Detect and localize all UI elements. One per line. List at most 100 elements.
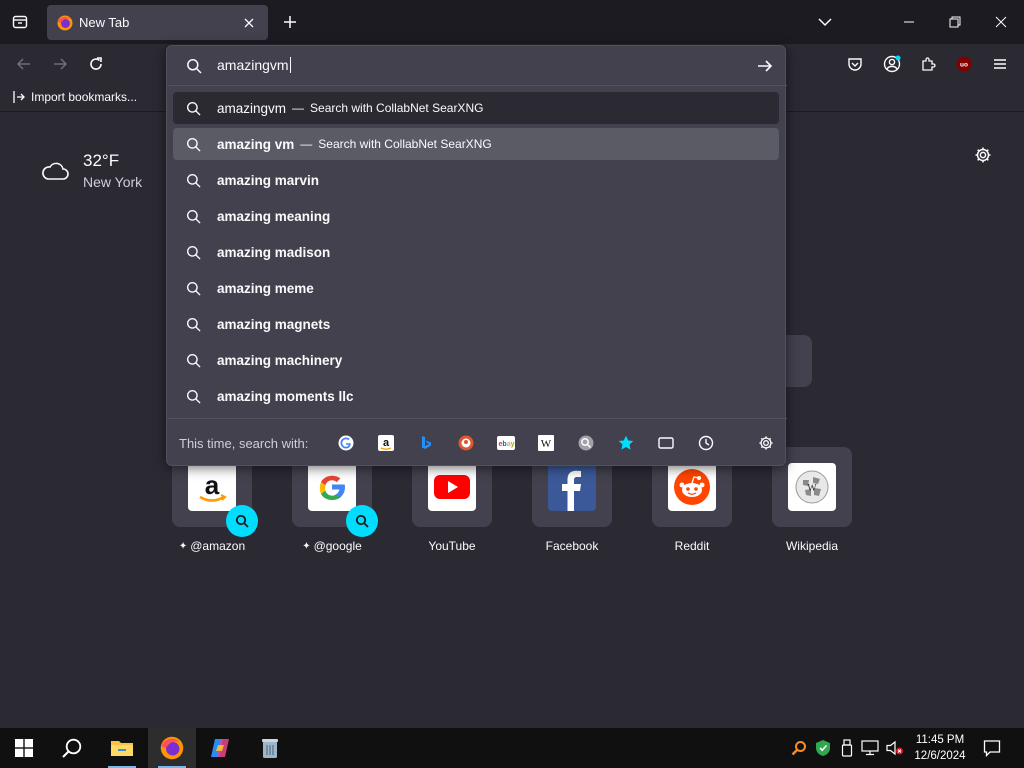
ublock-button[interactable]: uo: [952, 52, 976, 76]
volume-muted-icon[interactable]: [886, 738, 904, 758]
minimize-button[interactable]: [895, 8, 923, 36]
pocket-button[interactable]: [843, 52, 867, 76]
windows-start-icon: [15, 739, 33, 757]
firefox-taskbar-button[interactable]: [148, 728, 196, 768]
list-all-tabs-button[interactable]: [814, 11, 836, 33]
result-row[interactable]: amazing madison: [173, 236, 779, 268]
result-row[interactable]: amazing meme: [173, 272, 779, 304]
account-icon: [883, 55, 901, 73]
firefox-view-button[interactable]: [8, 10, 32, 34]
copilot-button[interactable]: [196, 728, 244, 768]
recycle-bin-icon: [262, 739, 278, 758]
ebay-icon[interactable]: ebay: [497, 434, 515, 452]
personalize-button[interactable]: [972, 144, 994, 166]
minimize-icon: [904, 21, 914, 23]
facebook-logo: [548, 463, 596, 511]
network-icon[interactable]: [861, 738, 879, 758]
result-row[interactable]: amazing magnets: [173, 308, 779, 340]
shortcut-label: Facebook: [545, 539, 599, 553]
notification-icon: [983, 740, 1001, 757]
weather-widget[interactable]: 32°F New York: [40, 151, 142, 190]
amazon-icon[interactable]: a: [377, 434, 395, 452]
urlbar-input[interactable]: amazingvm: [217, 57, 291, 73]
result-query: amazing meme: [217, 280, 314, 296]
result-row[interactable]: amazing vm — Search with CollabNet SearX…: [173, 128, 779, 160]
result-row[interactable]: amazing machinery: [173, 344, 779, 376]
firefox-icon: [160, 736, 184, 760]
back-button[interactable]: [12, 52, 36, 76]
result-row[interactable]: amazing meaning: [173, 200, 779, 232]
firefox-view-icon: [12, 15, 28, 29]
searxng-icon[interactable]: [577, 434, 595, 452]
start-button[interactable]: [0, 728, 48, 768]
clock-time: 11:45 PM: [915, 734, 965, 746]
bookmarks-star-icon[interactable]: [617, 434, 635, 452]
gear-icon: [975, 147, 991, 163]
result-action: Search with CollabNet SearXNG: [318, 137, 492, 151]
shortcut-label: ✦ @amazon: [178, 539, 246, 553]
urlbar-popup: amazingvm amazingvm — Search with Collab…: [166, 45, 787, 466]
shortcut-label: YouTube: [428, 539, 476, 553]
tab-new-tab[interactable]: New Tab: [47, 5, 268, 40]
extensions-button[interactable]: [916, 52, 940, 76]
clock-date: 12/6/2024: [914, 750, 966, 762]
urlbar-input-value: amazingvm: [217, 57, 289, 73]
amazon-logo: a: [188, 463, 236, 511]
restore-icon: [949, 16, 961, 28]
tabs-icon[interactable]: [657, 434, 675, 452]
result-row[interactable]: amazing marvin: [173, 164, 779, 196]
system-clock[interactable]: 11:45 PM 12/6/2024: [905, 732, 975, 764]
shortcut-label: Reddit: [674, 539, 710, 553]
forward-button[interactable]: [48, 52, 72, 76]
duckduckgo-icon[interactable]: [457, 434, 475, 452]
notification-center-button[interactable]: [980, 736, 1004, 760]
bing-icon[interactable]: [417, 434, 435, 452]
app-menu-button[interactable]: [988, 52, 1012, 76]
import-bookmarks-link[interactable]: Import bookmarks...: [12, 90, 137, 104]
go-button[interactable]: [755, 56, 775, 76]
search-icon: [185, 136, 201, 152]
search-icon: [185, 244, 201, 260]
close-tab-icon[interactable]: [240, 14, 258, 32]
defender-shield-icon[interactable]: [814, 738, 832, 758]
close-icon: [995, 16, 1007, 28]
taskbar-search-button[interactable]: [48, 728, 96, 768]
wikipedia-icon[interactable]: W: [537, 434, 555, 452]
tab-title: New Tab: [79, 15, 130, 30]
close-window-button[interactable]: [987, 8, 1015, 36]
search-icon: [185, 208, 201, 224]
search-icon: [185, 57, 203, 75]
result-row[interactable]: amazing moments llc: [173, 380, 779, 412]
arrow-right-icon: [758, 60, 773, 72]
import-icon: [13, 91, 25, 103]
title-bar: New Tab: [0, 0, 1024, 44]
weather-location: New York: [83, 174, 143, 190]
search-tray-icon[interactable]: [790, 738, 808, 758]
result-row[interactable]: amazingvm — Search with CollabNet SearXN…: [173, 92, 779, 124]
file-explorer-button[interactable]: [98, 728, 146, 768]
new-tab-button[interactable]: [279, 11, 301, 33]
search-settings-icon[interactable]: [757, 434, 775, 452]
svg-text:W: W: [807, 483, 817, 494]
search-icon: [235, 514, 249, 528]
usb-device-icon[interactable]: [838, 738, 856, 758]
weather-temperature: 32°F: [83, 151, 120, 170]
svg-text:a: a: [383, 437, 390, 449]
restore-button[interactable]: [941, 8, 969, 36]
google-icon[interactable]: [337, 434, 355, 452]
wikipedia-logo: W: [788, 463, 836, 511]
reload-button[interactable]: [84, 52, 108, 76]
result-query: amazing machinery: [217, 352, 343, 368]
svg-text:uo: uo: [960, 62, 968, 69]
copilot-icon: [211, 739, 229, 757]
pin-icon: ✦: [302, 540, 311, 552]
result-query: amazingvm: [217, 100, 287, 116]
svg-text:a: a: [205, 470, 220, 500]
urlbar-input-row: amazingvm: [167, 46, 787, 86]
file-explorer-icon: [111, 741, 133, 756]
history-icon[interactable]: [697, 434, 715, 452]
youtube-logo: [428, 463, 476, 511]
account-button[interactable]: [880, 52, 904, 76]
recycle-bin-button[interactable]: [246, 728, 294, 768]
windows-taskbar: 11:45 PM 12/6/2024: [0, 728, 1024, 768]
